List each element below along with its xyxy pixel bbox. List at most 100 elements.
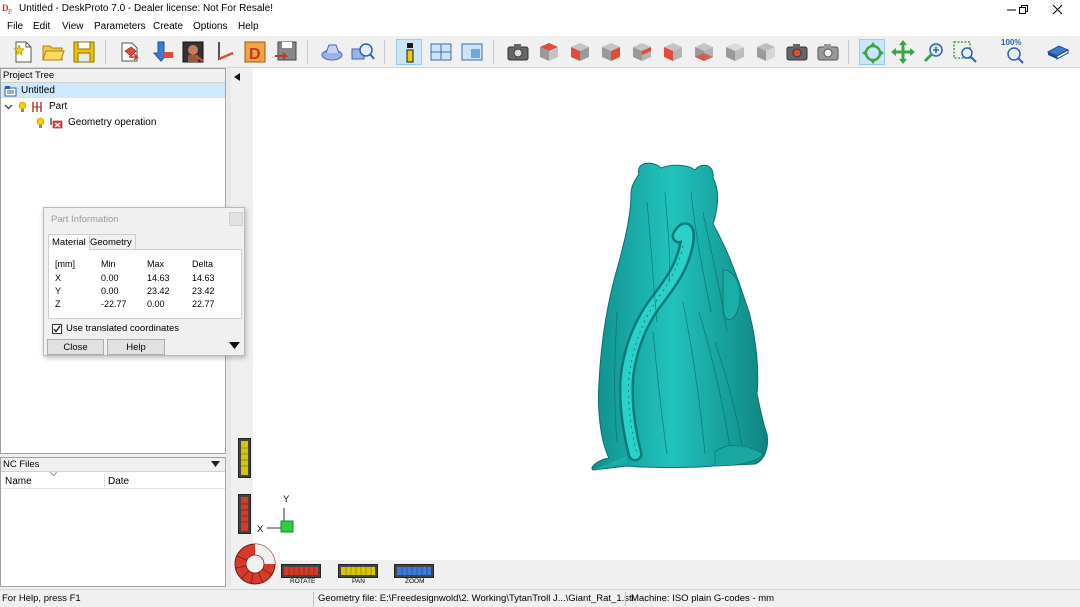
menu-create[interactable]: Create [153, 21, 183, 32]
column-header-date[interactable]: Date [108, 476, 129, 487]
pan-arrows-icon [891, 40, 915, 64]
axis-triad-icon [267, 508, 294, 533]
tree-item-geometry-operation[interactable]: Geometry operation [36, 115, 156, 130]
header-min: Min [101, 259, 116, 269]
save-nc-button[interactable] [273, 39, 299, 65]
camera-grey-button[interactable] [815, 39, 841, 65]
zoom-window-button[interactable] [952, 39, 978, 65]
lightbulb-icon[interactable] [36, 117, 45, 129]
layout-button[interactable] [428, 39, 454, 65]
new-project-button[interactable] [10, 39, 36, 65]
cube-red-top-icon [540, 43, 558, 61]
cube-red-right-icon [602, 43, 620, 61]
view-grey-cube-button[interactable] [722, 39, 748, 65]
rotate-arrows-icon [862, 42, 884, 64]
dialog-close-box[interactable] [229, 212, 243, 226]
simulation-zoom-button[interactable] [350, 39, 376, 65]
camera-grey-icon [817, 44, 839, 61]
tab-material[interactable]: Material [48, 234, 90, 250]
menu-options[interactable]: Options [193, 21, 227, 32]
save-project-button[interactable] [71, 39, 97, 65]
open-folder-icon [42, 45, 65, 61]
chevron-down-icon[interactable] [4, 102, 13, 111]
camera-red-button[interactable] [784, 39, 810, 65]
camera-view-button[interactable] [505, 39, 531, 65]
rotate-mode-button[interactable] [859, 39, 885, 65]
sort-indicator-icon [50, 472, 57, 476]
pan-mode-button[interactable] [890, 39, 916, 65]
view-back-button[interactable] [629, 39, 655, 65]
pan-mode-indicator-icon[interactable] [338, 564, 378, 578]
rotate-mode-indicator-icon[interactable] [281, 564, 321, 578]
rat-3d-model[interactable] [587, 162, 772, 472]
info-icon [406, 43, 414, 63]
column-divider[interactable] [104, 473, 105, 487]
expand-arrow-icon[interactable] [229, 342, 240, 350]
view-right-button[interactable] [598, 39, 624, 65]
tool-arrow-icon [152, 41, 173, 62]
row-x-delta: 14.63 [192, 273, 215, 283]
part-info-table: [mm] Min Max Delta X 0.00 14.63 14.63 Y … [48, 249, 242, 319]
collapse-arrow-icon[interactable] [234, 73, 240, 81]
view-bottom-button[interactable] [691, 39, 717, 65]
toolbar-separator [493, 40, 494, 64]
menu-bar: File Edit View Parameters Create Options… [0, 18, 1080, 36]
window-view-button[interactable] [459, 39, 485, 65]
lightbulb-icon[interactable] [18, 101, 27, 113]
open-project-button[interactable] [40, 39, 66, 65]
tree-item-untitled[interactable]: Untitled [1, 83, 225, 98]
part-information-button[interactable] [396, 39, 422, 65]
tree-label-part: Part [49, 101, 68, 112]
row-x-max: 14.63 [147, 273, 170, 283]
status-divider [313, 592, 314, 606]
drawing-button[interactable]: D [242, 39, 268, 65]
menu-file[interactable]: File [7, 21, 23, 32]
dropdown-arrow-icon[interactable] [211, 461, 220, 468]
vector-button[interactable] [211, 39, 237, 65]
help-button[interactable]: Help [107, 339, 165, 355]
nc-files-header[interactable]: NC Files [1, 458, 225, 472]
zoom-in-button[interactable] [921, 39, 947, 65]
menu-view[interactable]: View [62, 21, 84, 32]
geometry-tool-button[interactable] [150, 39, 176, 65]
translated-coordinates-checkbox[interactable] [52, 323, 62, 334]
view-left-button[interactable] [660, 39, 686, 65]
menu-edit[interactable]: Edit [33, 21, 50, 32]
zoom-mode-indicator-icon[interactable] [394, 564, 434, 578]
translated-coordinates-label: Use translated coordinates [66, 323, 180, 334]
rotate-slider-icon[interactable] [238, 494, 251, 534]
rotate-dial-icon[interactable] [233, 542, 277, 585]
3d-viewport[interactable]: Y X ROTATE PAN ZOOM [231, 68, 1080, 587]
view-top-button[interactable] [753, 39, 779, 65]
menu-parameters[interactable]: Parameters [94, 21, 146, 32]
drawing-d-icon: D [244, 41, 266, 63]
close-window-button[interactable] [1034, 0, 1080, 18]
cube-left-icon [664, 43, 682, 61]
status-bar: For Help, press F1 Geometry file: E:\Fre… [0, 589, 1080, 607]
tree-item-part[interactable]: Part [4, 99, 67, 114]
restore-icon [1018, 4, 1028, 14]
view-front-button[interactable] [567, 39, 593, 65]
column-header-name[interactable]: Name [5, 476, 32, 487]
simulation-button[interactable] [319, 39, 345, 65]
close-button[interactable]: Close [47, 339, 104, 355]
translated-coordinates-option[interactable]: Use translated coordinates [52, 323, 179, 334]
tab-geometry[interactable]: Geometry [86, 234, 136, 249]
row-y-delta: 23.42 [192, 286, 215, 296]
bitmap-button[interactable] [180, 39, 206, 65]
menu-help[interactable]: Help [238, 21, 259, 32]
axis-label-x: X [257, 524, 264, 535]
camera-red-icon [786, 44, 808, 61]
help-book-button[interactable] [1045, 39, 1071, 65]
toolbar-separator [307, 40, 308, 64]
load-geometry-button[interactable] [117, 39, 143, 65]
save-disk-icon [73, 41, 95, 63]
bitmap-relief-icon [182, 41, 204, 63]
checkmark-icon [53, 325, 61, 333]
row-z-axis: Z [55, 299, 61, 309]
status-divider [625, 592, 626, 606]
view-iso-button[interactable] [536, 39, 562, 65]
svg-text:P: P [8, 8, 12, 15]
pan-slider-icon[interactable] [238, 438, 251, 478]
status-geometry-file: Geometry file: E:\Freedesignwold\2. Work… [318, 593, 634, 604]
